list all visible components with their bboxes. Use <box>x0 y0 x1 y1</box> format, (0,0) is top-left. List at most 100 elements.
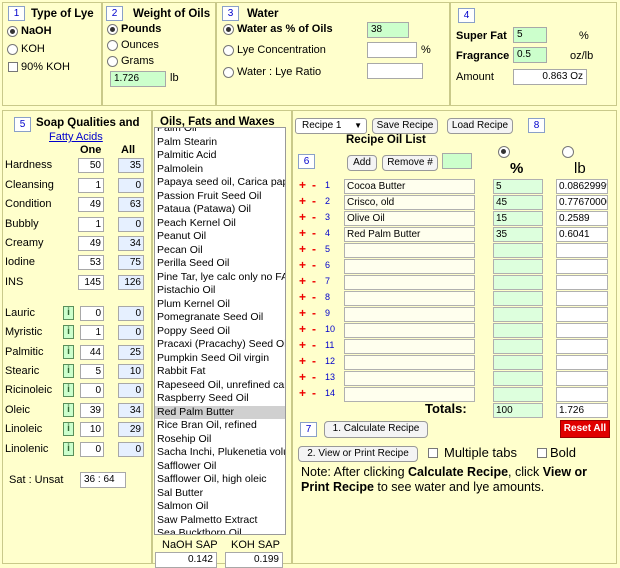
grams-radio[interactable] <box>107 56 118 67</box>
recipe-oil-name[interactable] <box>344 307 475 322</box>
recipe-oil-pct[interactable] <box>493 307 543 322</box>
add-row-icon[interactable]: + <box>299 355 306 368</box>
remove-row-icon[interactable]: - <box>312 259 316 272</box>
recipe-oil-pct[interactable]: 45 <box>493 195 543 210</box>
remove-row-icon[interactable]: - <box>312 275 316 288</box>
add-button[interactable]: Add <box>347 155 377 171</box>
multiple-tabs-checkbox[interactable] <box>428 448 438 458</box>
recipe-oil-lb[interactable] <box>556 339 608 354</box>
recipe-oil-name[interactable] <box>344 355 475 370</box>
recipe-oil-pct[interactable] <box>493 259 543 274</box>
remove-row-icon[interactable]: - <box>312 195 316 208</box>
oil-list-item[interactable]: Salmon Oil <box>155 500 285 514</box>
recipe-oil-lb[interactable] <box>556 371 608 386</box>
fragrance-input[interactable]: 0.5 <box>513 47 547 63</box>
remove-button[interactable]: Remove # <box>382 155 438 171</box>
oil-list-item[interactable]: Pecan Oil <box>155 244 285 258</box>
oil-list-item[interactable]: Palmolein <box>155 163 285 177</box>
add-row-icon[interactable]: + <box>299 211 306 224</box>
recipe-oil-pct[interactable]: 5 <box>493 179 543 194</box>
add-row-icon[interactable]: + <box>299 339 306 352</box>
add-row-icon[interactable]: + <box>299 275 306 288</box>
oil-list-item[interactable]: Raspberry Seed Oil <box>155 392 285 406</box>
recipe-oil-name[interactable] <box>344 275 475 290</box>
recipe-oil-pct[interactable]: 15 <box>493 211 543 226</box>
oil-list-item[interactable]: Pataua (Patawa) Oil <box>155 203 285 217</box>
oil-list-item[interactable]: Pine Tar, lye calc only no FA <box>155 271 285 285</box>
oil-list-item[interactable]: Palm Stearin <box>155 136 285 150</box>
water-pct-input[interactable]: 38 <box>367 22 409 38</box>
remove-row-icon[interactable]: - <box>312 243 316 256</box>
remove-row-icon[interactable]: - <box>312 179 316 192</box>
fatty-acids-link[interactable]: Fatty Acids <box>49 131 103 143</box>
oil-list-item[interactable]: Palm Oil <box>155 128 285 136</box>
oil-list-item[interactable]: Sea Buckthorn Oil <box>155 527 285 534</box>
recipe-oil-name[interactable]: Crisco, old <box>344 195 475 210</box>
koh90-checkbox[interactable] <box>8 62 18 72</box>
remove-row-icon[interactable]: - <box>312 387 316 400</box>
oil-list-item[interactable]: Passion Fruit Seed Oil <box>155 190 285 204</box>
remove-row-icon[interactable]: - <box>312 227 316 240</box>
oil-list-item[interactable]: Rosehip Oil <box>155 433 285 447</box>
pounds-radio[interactable] <box>107 24 118 35</box>
oil-list-item[interactable]: Rapeseed Oil, unrefined can <box>155 379 285 393</box>
oil-list-item[interactable]: Peach Kernel Oil <box>155 217 285 231</box>
recipe-oil-lb[interactable] <box>556 307 608 322</box>
recipe-oil-lb[interactable] <box>556 243 608 258</box>
pct-mode-radio[interactable] <box>498 146 510 158</box>
add-row-icon[interactable]: + <box>299 307 306 320</box>
lb-mode-radio[interactable] <box>562 146 574 158</box>
add-row-icon[interactable]: + <box>299 387 306 400</box>
amount-input[interactable]: 0.863 Oz <box>513 69 587 85</box>
remove-row-icon[interactable]: - <box>312 307 316 320</box>
remove-row-icon[interactable]: - <box>312 339 316 352</box>
oil-list-item[interactable]: Red Palm Butter <box>155 405 285 419</box>
recipe-oil-pct[interactable] <box>493 291 543 306</box>
oil-list-item[interactable]: Poppy Seed Oil <box>155 325 285 339</box>
recipe-oil-lb[interactable] <box>556 275 608 290</box>
recipe-oil-pct[interactable] <box>493 323 543 338</box>
water-pct-radio[interactable] <box>223 24 234 35</box>
remove-row-icon[interactable]: - <box>312 323 316 336</box>
recipe-oil-name[interactable] <box>344 387 475 402</box>
oil-list-item[interactable]: Sacha Inchi, Plukenetia volu <box>155 446 285 460</box>
superfat-input[interactable]: 5 <box>513 27 547 43</box>
oils-listbox[interactable]: Palm Oil Palm Stearin Palmitic Acid Palmole… <box>154 127 286 535</box>
recipe-oil-lb[interactable] <box>556 323 608 338</box>
info-icon[interactable]: i <box>63 442 74 456</box>
save-recipe-button[interactable]: Save Recipe <box>372 118 438 134</box>
oil-list-item[interactable]: Rabbit Fat <box>155 365 285 379</box>
recipe-oil-pct[interactable] <box>493 275 543 290</box>
remove-row-icon[interactable]: - <box>312 291 316 304</box>
info-icon[interactable]: i <box>63 325 74 339</box>
reset-all-button[interactable]: Reset All <box>560 420 610 438</box>
oil-list-item[interactable]: Pistachio Oil <box>155 284 285 298</box>
recipe-oil-name[interactable]: Red Palm Butter <box>344 227 475 242</box>
recipe-oil-name[interactable] <box>344 371 475 386</box>
recipe-oil-lb[interactable]: 0.77670000 <box>556 195 608 210</box>
view-print-button[interactable]: 2. View or Print Recipe <box>298 446 418 462</box>
oil-list-item[interactable]: Safflower Oil, high oleic <box>155 473 285 487</box>
bold-checkbox[interactable] <box>537 448 547 458</box>
recipe-oil-pct[interactable] <box>493 387 543 402</box>
add-row-icon[interactable]: + <box>299 323 306 336</box>
ounces-radio[interactable] <box>107 40 118 51</box>
recipe-oil-name[interactable]: Olive Oil <box>344 211 475 226</box>
oil-list-item[interactable]: Pomegranate Seed Oil <box>155 311 285 325</box>
info-icon[interactable]: i <box>63 345 74 359</box>
water-ratio-input[interactable] <box>367 63 423 79</box>
oil-list-item[interactable]: Rice Bran Oil, refined <box>155 419 285 433</box>
add-row-icon[interactable]: + <box>299 179 306 192</box>
oil-list-item[interactable]: Papaya seed oil, Carica pap <box>155 176 285 190</box>
recipe-oil-name[interactable] <box>344 243 475 258</box>
info-icon[interactable]: i <box>63 403 74 417</box>
recipe-oil-pct[interactable] <box>493 339 543 354</box>
calculate-recipe-button[interactable]: 1. Calculate Recipe <box>324 421 428 438</box>
recipe-oil-pct[interactable]: 35 <box>493 227 543 242</box>
load-recipe-button[interactable]: Load Recipe <box>447 118 513 134</box>
add-row-icon[interactable]: + <box>299 243 306 256</box>
remove-row-icon[interactable]: - <box>312 211 316 224</box>
recipe-oil-lb[interactable] <box>556 355 608 370</box>
remove-row-icon[interactable]: - <box>312 371 316 384</box>
recipe-oil-name[interactable] <box>344 323 475 338</box>
